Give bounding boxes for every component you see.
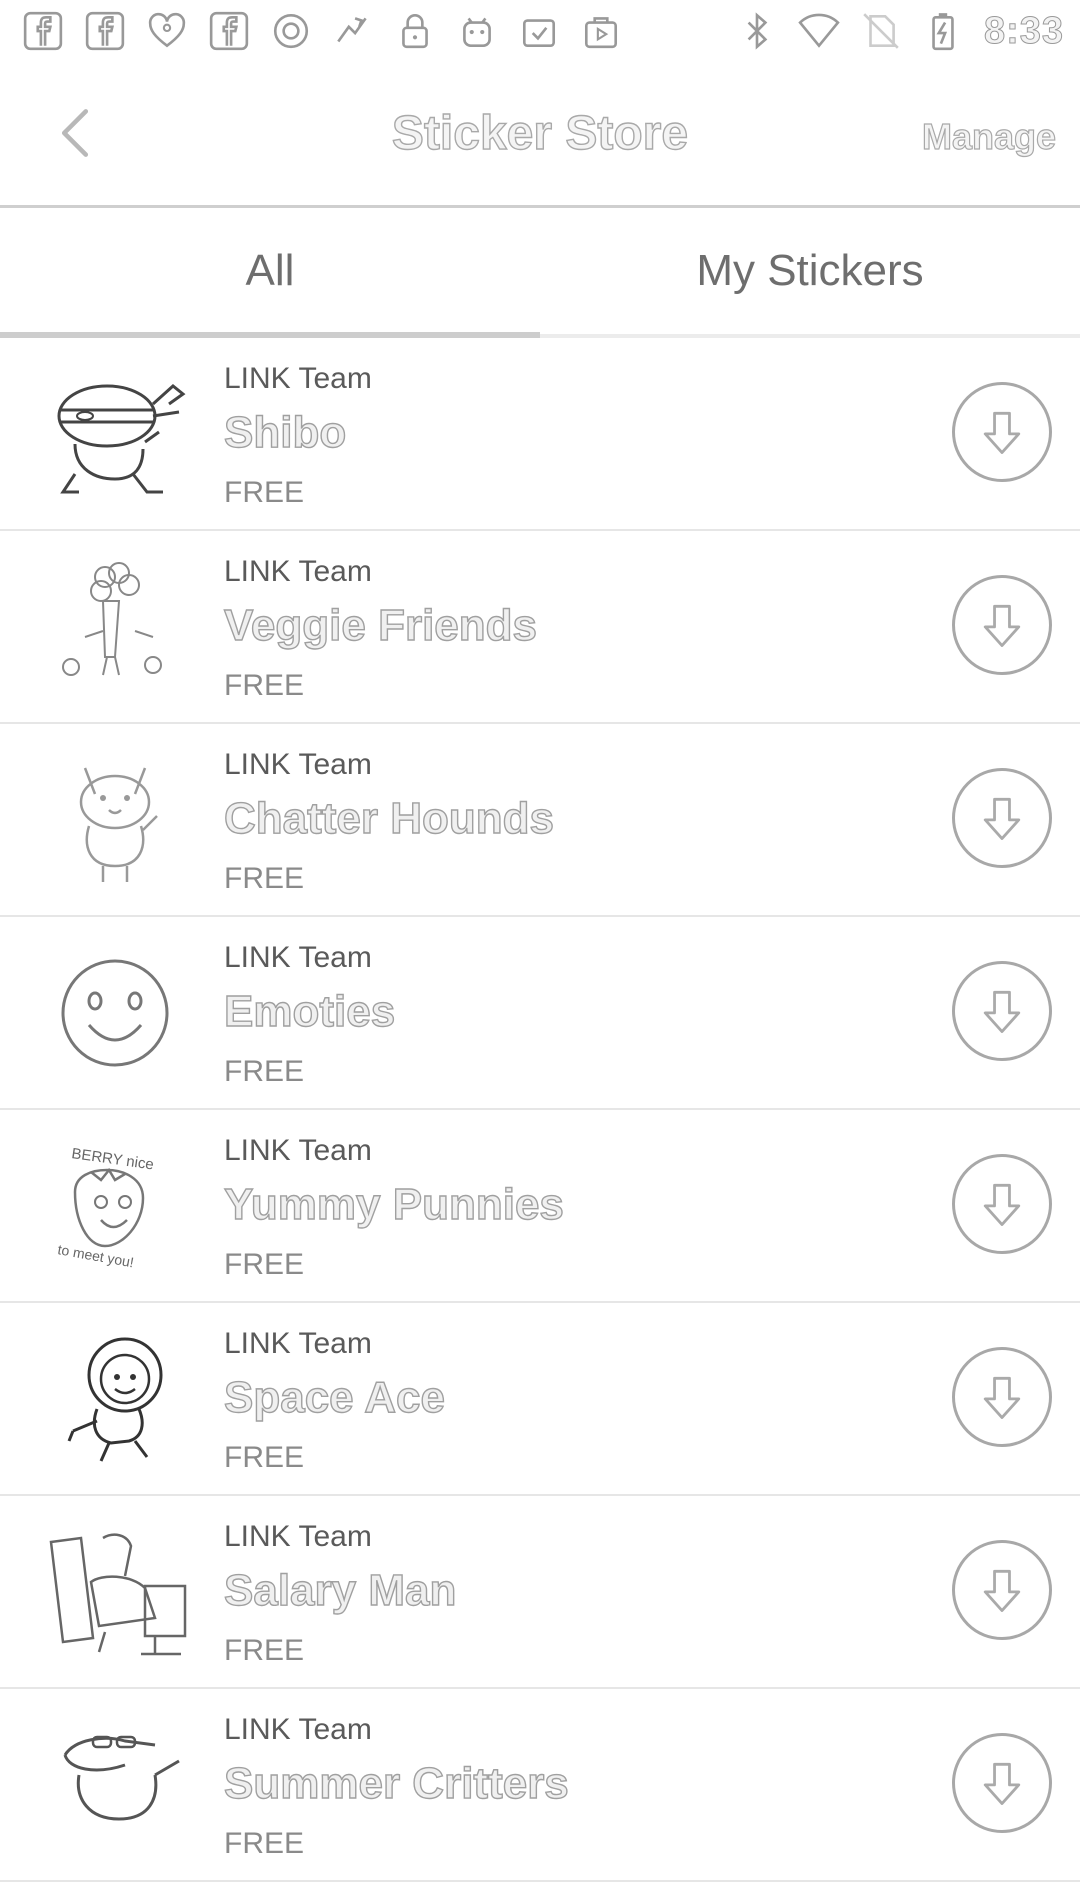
sticker-name: Emoties bbox=[223, 986, 396, 1036]
sticker-name: Summer Critters bbox=[223, 1758, 569, 1808]
download-button[interactable] bbox=[952, 1347, 1052, 1447]
publisher-label: LINK Team bbox=[224, 1327, 372, 1360]
facebook-icon bbox=[22, 10, 64, 52]
bluetooth-icon bbox=[736, 10, 778, 52]
publisher-label: LINK Team bbox=[224, 1520, 372, 1553]
download-arrow-icon bbox=[983, 1376, 1021, 1419]
sticker-name: Space Ace bbox=[223, 1372, 445, 1422]
manage-button[interactable]: Manage bbox=[921, 115, 1056, 158]
download-button[interactable] bbox=[952, 1154, 1052, 1254]
notification-icons bbox=[22, 10, 622, 52]
game-icon bbox=[332, 10, 374, 52]
price-label: FREE bbox=[224, 862, 305, 895]
tab-my-stickers[interactable]: My Stickers bbox=[540, 208, 1080, 334]
android-icon bbox=[456, 10, 498, 52]
download-button[interactable] bbox=[952, 382, 1052, 482]
facebook-icon bbox=[208, 10, 250, 52]
sticker-name: Salary Man bbox=[223, 1565, 457, 1615]
download-arrow-icon bbox=[983, 797, 1021, 840]
status-time: 8:33 bbox=[983, 9, 1064, 52]
crocodile-sticker bbox=[40, 1715, 200, 1855]
download-button[interactable] bbox=[952, 961, 1052, 1061]
battery-charging-icon bbox=[922, 10, 964, 52]
download-arrow-icon bbox=[983, 1762, 1021, 1805]
publisher-label: LINK Team bbox=[224, 362, 372, 395]
publisher-label: LINK Team bbox=[224, 748, 372, 781]
download-button[interactable] bbox=[952, 768, 1052, 868]
download-arrow-icon bbox=[983, 1569, 1021, 1612]
circle-app-icon bbox=[270, 10, 312, 52]
download-arrow-icon bbox=[983, 1183, 1021, 1226]
astronaut-sticker bbox=[40, 1329, 200, 1469]
download-button[interactable] bbox=[952, 1540, 1052, 1640]
price-label: FREE bbox=[224, 1441, 305, 1474]
facebook-icon bbox=[84, 10, 126, 52]
publisher-label: LINK Team bbox=[224, 1713, 372, 1746]
ninja-character-sticker bbox=[40, 364, 200, 504]
iheartradio-icon bbox=[146, 10, 188, 52]
clipboard-check-icon bbox=[518, 10, 560, 52]
sticker-name: Yummy Punnies bbox=[223, 1179, 564, 1229]
list-item[interactable]: BERRY nice to meet you! LINK Team Yummy … bbox=[0, 1110, 1080, 1303]
page-title: Sticker Store bbox=[391, 106, 689, 160]
sticker-name: Chatter Hounds bbox=[223, 793, 554, 843]
price-label: FREE bbox=[224, 1248, 305, 1281]
list-item[interactable]: LINK Team Emoties FREE bbox=[0, 917, 1080, 1110]
list-item[interactable]: LINK Team Summer Critters FREE bbox=[0, 1689, 1080, 1882]
publisher-label: LINK Team bbox=[224, 1134, 372, 1167]
price-label: FREE bbox=[224, 669, 305, 702]
sticker-name: Veggie Friends bbox=[223, 600, 537, 650]
carrot-broccoli-sticker bbox=[40, 557, 200, 697]
price-label: FREE bbox=[224, 1055, 305, 1088]
status-bar: 8:33 bbox=[0, 0, 1080, 62]
office-worker-sticker bbox=[40, 1522, 200, 1662]
list-item[interactable]: LINK Team Veggie Friends FREE bbox=[0, 531, 1080, 724]
price-label: FREE bbox=[224, 476, 305, 509]
price-label: FREE bbox=[224, 1827, 305, 1860]
wifi-icon bbox=[798, 10, 840, 52]
list-item[interactable]: LINK Team Shibo FREE bbox=[0, 338, 1080, 531]
publisher-label: LINK Team bbox=[224, 555, 372, 588]
strawberry-sticker: BERRY nice to meet you! bbox=[40, 1136, 200, 1276]
play-bag-icon bbox=[580, 10, 622, 52]
sticker-name: Shibo bbox=[223, 407, 347, 457]
dog-sticker bbox=[40, 750, 200, 890]
lock-icon bbox=[394, 10, 436, 52]
list-item[interactable]: LINK Team Chatter Hounds FREE bbox=[0, 724, 1080, 917]
download-button[interactable] bbox=[952, 575, 1052, 675]
publisher-label: LINK Team bbox=[224, 941, 372, 974]
download-button[interactable] bbox=[952, 1733, 1052, 1833]
app-header: Sticker Store Manage bbox=[0, 62, 1080, 208]
system-icons: 8:33 bbox=[736, 9, 1064, 53]
download-arrow-icon bbox=[983, 604, 1021, 647]
sticker-caption-bottom: to meet you! bbox=[56, 1241, 135, 1270]
no-sim-icon bbox=[860, 10, 902, 52]
tab-bar: All My Stickers bbox=[0, 208, 1080, 338]
download-arrow-icon bbox=[983, 990, 1021, 1033]
list-item[interactable]: LINK Team Space Ace FREE bbox=[0, 1303, 1080, 1496]
list-item[interactable]: LINK Team Salary Man FREE bbox=[0, 1496, 1080, 1689]
price-label: FREE bbox=[224, 1634, 305, 1667]
tab-all[interactable]: All bbox=[0, 208, 540, 338]
smiley-face-sticker bbox=[40, 943, 200, 1083]
download-arrow-icon bbox=[983, 411, 1021, 454]
sticker-list: LINK Team Shibo FREE LINK Team Veggie Fr… bbox=[0, 338, 1080, 1882]
